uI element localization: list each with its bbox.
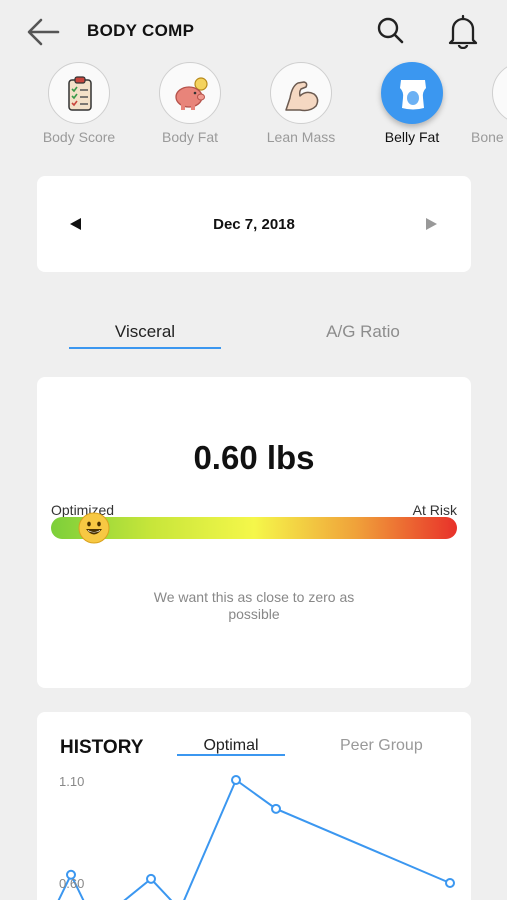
bell-icon[interactable] [446, 13, 480, 49]
category-body-score[interactable]: Body Score [29, 60, 129, 155]
y-tick-label: 0.60 [59, 876, 84, 891]
smiley-indicator-icon [78, 512, 110, 544]
category-body-fat[interactable]: Body Fat [140, 60, 240, 155]
torso-icon [400, 80, 426, 110]
category-bone[interactable]: Bone [471, 60, 507, 155]
search-icon[interactable] [374, 14, 408, 48]
category-lean-mass[interactable]: Lean Mass [251, 60, 351, 155]
tab-visceral[interactable]: Visceral [69, 322, 221, 342]
app-header: BODY COMP [0, 0, 507, 62]
selected-date: Dec 7, 2018 [213, 216, 295, 233]
category-label: Body Fat [161, 129, 219, 145]
category-belly-fat[interactable]: Belly Fat [362, 60, 462, 155]
metric-tabs: Visceral A/G Ratio [0, 318, 507, 354]
piggy-bank-icon [175, 77, 208, 110]
scale-max-label: At Risk [412, 502, 457, 518]
visceral-value-card: 0.60 lbs Optimized At Risk We want this … [37, 377, 471, 688]
category-carousel[interactable]: Body Score Body Fat Lean Mass Belly Fat … [0, 60, 507, 158]
tab-ag-ratio[interactable]: A/G Ratio [287, 322, 439, 342]
clipboard-checklist-icon [68, 76, 92, 111]
history-data-point[interactable] [271, 803, 281, 814]
next-date-arrow-icon[interactable] [424, 217, 438, 231]
history-card: HISTORY Optimal Peer Group 1.10 0.60 [37, 712, 471, 900]
visceral-hint: We want this as close to zero as possibl… [153, 589, 355, 622]
category-label: Body Score [42, 129, 116, 145]
history-data-point[interactable] [231, 775, 241, 785]
back-arrow-icon[interactable] [24, 14, 64, 50]
date-selector: Dec 7, 2018 [37, 176, 471, 272]
page-title: BODY COMP [87, 21, 195, 40]
category-label: Bone [471, 129, 504, 145]
y-tick-label: 1.10 [59, 774, 84, 789]
risk-gradient-bar [51, 517, 457, 539]
flexed-arm-icon [285, 81, 319, 112]
history-data-point[interactable] [146, 873, 156, 884]
category-label: Lean Mass [266, 129, 336, 145]
visceral-value: 0.60 lbs [193, 439, 315, 476]
category-label: Belly Fat [384, 129, 440, 145]
history-line-chart: 1.10 0.60 [57, 774, 455, 900]
history-series-line [57, 778, 451, 900]
history-data-point[interactable] [445, 878, 455, 888]
active-tab-underline [69, 347, 221, 349]
